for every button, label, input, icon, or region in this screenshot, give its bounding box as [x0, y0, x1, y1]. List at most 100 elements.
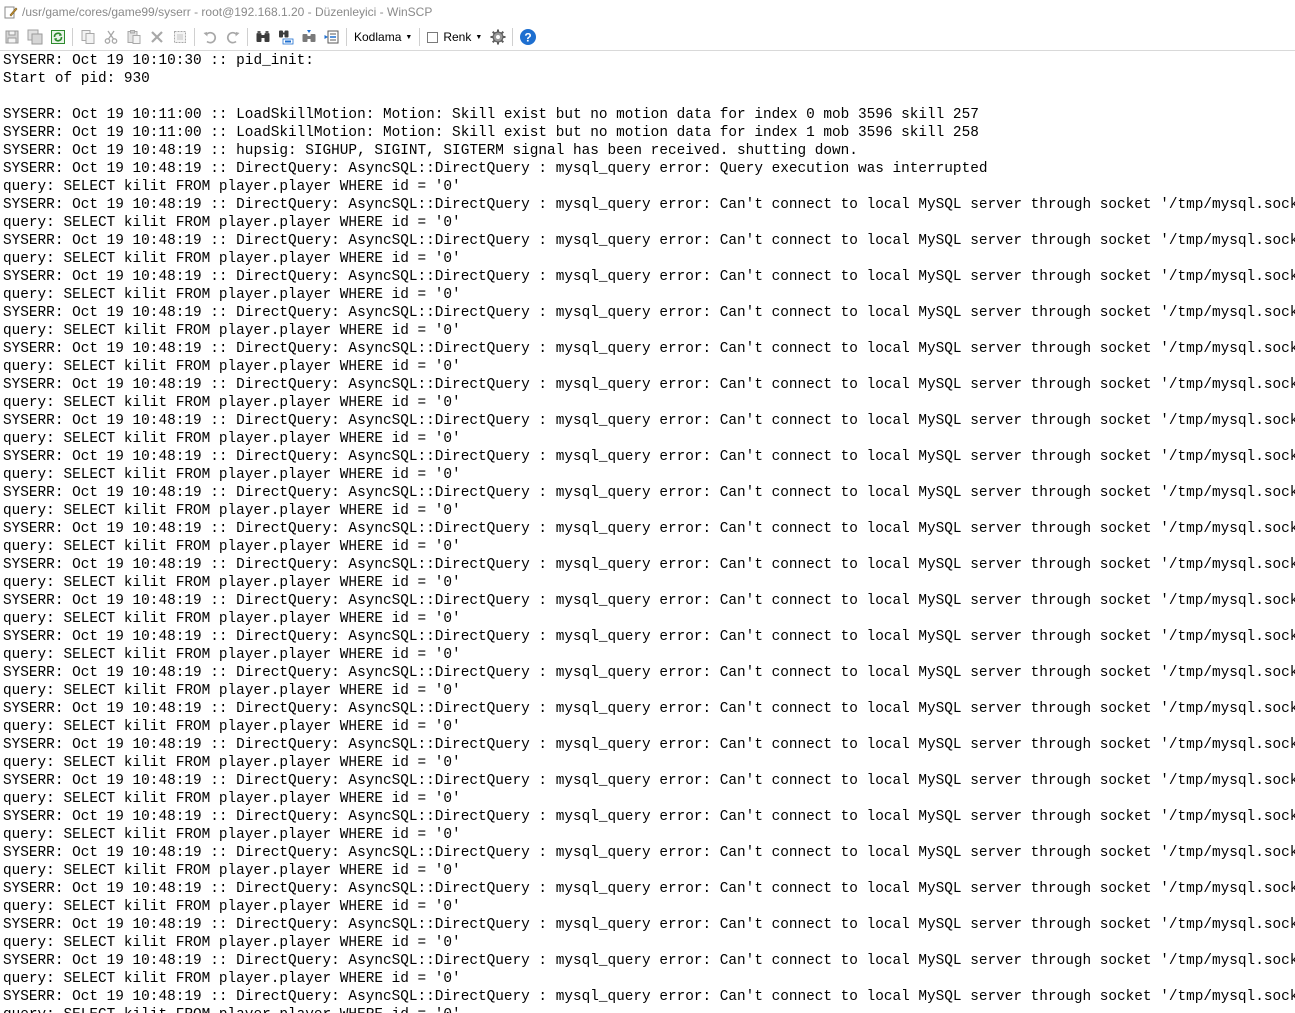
go-to-line-icon [324, 30, 339, 44]
log-line: SYSERR: Oct 19 10:48:19 :: DirectQuery: … [3, 305, 1295, 321]
editor-toolbar: Kodlama ▼ Renk ▼ ? [0, 24, 1295, 51]
find-next-icon [302, 30, 316, 42]
delete-x-icon [151, 31, 163, 43]
log-line: query: SELECT kilit FROM player.player W… [3, 467, 461, 483]
log-line: SYSERR: Oct 19 10:11:00 :: LoadSkillMoti… [3, 107, 979, 123]
undo-icon [203, 31, 217, 44]
log-line: SYSERR: Oct 19 10:48:19 :: DirectQuery: … [3, 377, 1295, 393]
copy-icon [81, 30, 95, 44]
log-line: SYSERR: Oct 19 10:48:19 :: DirectQuery: … [3, 881, 1295, 897]
log-line: query: SELECT kilit FROM player.player W… [3, 323, 461, 339]
log-line: SYSERR: Oct 19 10:48:19 :: DirectQuery: … [3, 953, 1295, 969]
log-line: query: SELECT kilit FROM player.player W… [3, 287, 461, 303]
log-line: query: SELECT kilit FROM player.player W… [3, 755, 461, 771]
find-next-button[interactable] [298, 26, 320, 48]
chevron-down-icon: ▼ [475, 33, 483, 41]
svg-text:?: ? [525, 31, 532, 45]
find-button[interactable] [252, 26, 274, 48]
log-line: SYSERR: Oct 19 10:48:19 :: DirectQuery: … [3, 233, 1295, 249]
log-line: query: SELECT kilit FROM player.player W… [3, 503, 461, 519]
select-all-button[interactable] [169, 26, 191, 48]
log-line: query: SELECT kilit FROM player.player W… [3, 1006, 1295, 1013]
delete-button[interactable] [146, 26, 168, 48]
log-line: SYSERR: Oct 19 10:48:19 :: DirectQuery: … [3, 269, 1295, 285]
cut-button[interactable] [100, 26, 122, 48]
log-line: SYSERR: Oct 19 10:48:19 :: DirectQuery: … [3, 485, 1295, 501]
log-line: query: SELECT kilit FROM player.player W… [3, 611, 461, 627]
log-line: query: SELECT kilit FROM player.player W… [3, 539, 461, 555]
log-line: SYSERR: Oct 19 10:11:00 :: LoadSkillMoti… [3, 125, 979, 141]
toolbar-separator [72, 28, 73, 46]
save-all-button[interactable] [24, 26, 46, 48]
binoculars-icon [256, 31, 270, 42]
log-line: query: SELECT kilit FROM player.player W… [3, 683, 461, 699]
log-line: query: SELECT kilit FROM player.player W… [3, 899, 461, 915]
log-line: SYSERR: Oct 19 10:48:19 :: DirectQuery: … [3, 557, 1295, 573]
save-button[interactable] [1, 26, 23, 48]
text-editor[interactable]: SYSERR: Oct 19 10:10:30 :: pid_init:Star… [0, 51, 1295, 1013]
toolbar-separator [346, 28, 347, 46]
log-line: query: SELECT kilit FROM player.player W… [3, 935, 461, 951]
replace-button[interactable] [275, 26, 297, 48]
log-line: query: SELECT kilit FROM player.player W… [3, 395, 461, 411]
paste-button[interactable] [123, 26, 145, 48]
log-line: SYSERR: Oct 19 10:48:19 :: DirectQuery: … [3, 629, 1295, 645]
color-dropdown[interactable]: Renk ▼ [427, 30, 482, 44]
copy-button[interactable] [77, 26, 99, 48]
undo-button[interactable] [199, 26, 221, 48]
color-label: Renk [443, 30, 472, 44]
log-line: SYSERR: Oct 19 10:48:19 :: DirectQuery: … [3, 845, 1295, 861]
encoding-dropdown[interactable]: Kodlama ▼ [354, 30, 412, 44]
log-line: query: SELECT kilit FROM player.player W… [3, 863, 461, 879]
log-line: query: SELECT kilit FROM player.player W… [3, 647, 461, 663]
help-icon: ? [520, 29, 537, 45]
toolbar-separator [247, 28, 248, 46]
log-line: query: SELECT kilit FROM player.player W… [3, 791, 461, 807]
log-line: query: SELECT kilit FROM player.player W… [3, 431, 461, 447]
help-button[interactable]: ? [517, 26, 539, 48]
log-line: SYSERR: Oct 19 10:48:19 :: DirectQuery: … [3, 161, 988, 177]
log-line: query: SELECT kilit FROM player.player W… [3, 575, 461, 591]
scissors-icon [104, 30, 118, 44]
title-bar: /usr/game/cores/game99/syserr - root@192… [0, 0, 1295, 24]
log-line: SYSERR: Oct 19 10:48:19 :: hupsig: SIGHU… [3, 143, 858, 159]
toolbar-separator [512, 28, 514, 46]
toolbar-separator [419, 28, 421, 46]
log-line: SYSERR: Oct 19 10:48:19 :: DirectQuery: … [3, 593, 1295, 609]
save-all-icon [27, 29, 43, 45]
log-line: SYSERR: Oct 19 10:48:19 :: DirectQuery: … [3, 737, 1295, 753]
gear-icon [490, 29, 506, 45]
log-line: SYSERR: Oct 19 10:48:19 :: DirectQuery: … [3, 809, 1295, 825]
replace-icon [279, 30, 294, 45]
window-title: /usr/game/cores/game99/syserr - root@192… [22, 5, 433, 19]
log-line: Start of pid: 930 [3, 71, 150, 87]
log-line: SYSERR: Oct 19 10:48:19 :: DirectQuery: … [3, 773, 1295, 789]
log-line: query: SELECT kilit FROM player.player W… [3, 827, 461, 843]
log-line: SYSERR: Oct 19 10:48:19 :: DirectQuery: … [3, 665, 1295, 681]
save-icon [5, 30, 19, 44]
log-line: query: SELECT kilit FROM player.player W… [3, 359, 461, 375]
preferences-button[interactable] [487, 26, 509, 48]
log-line: query: SELECT kilit FROM player.player W… [3, 179, 461, 195]
refresh-icon [51, 30, 65, 44]
log-line: query: SELECT kilit FROM player.player W… [3, 719, 461, 735]
color-checkbox[interactable] [427, 31, 439, 43]
log-line: SYSERR: Oct 19 10:48:19 :: DirectQuery: … [3, 989, 1295, 1005]
log-line: SYSERR: Oct 19 10:48:19 :: DirectQuery: … [3, 917, 1295, 933]
reload-button[interactable] [47, 26, 69, 48]
log-line: SYSERR: Oct 19 10:10:30 :: pid_init: [3, 53, 314, 69]
toolbar-separator [194, 28, 195, 46]
editor-app-icon [4, 5, 18, 19]
redo-icon [226, 31, 240, 44]
go-to-line-button[interactable] [321, 26, 343, 48]
log-line: SYSERR: Oct 19 10:48:19 :: DirectQuery: … [3, 413, 1295, 429]
log-line: query: SELECT kilit FROM player.player W… [3, 251, 461, 267]
redo-button[interactable] [222, 26, 244, 48]
log-line: query: SELECT kilit FROM player.player W… [3, 971, 461, 987]
log-line: SYSERR: Oct 19 10:48:19 :: DirectQuery: … [3, 521, 1295, 537]
log-line: SYSERR: Oct 19 10:48:19 :: DirectQuery: … [3, 701, 1295, 717]
log-line: SYSERR: Oct 19 10:48:19 :: DirectQuery: … [3, 341, 1295, 357]
chevron-down-icon: ▼ [405, 33, 413, 41]
clipboard-icon [127, 30, 141, 44]
